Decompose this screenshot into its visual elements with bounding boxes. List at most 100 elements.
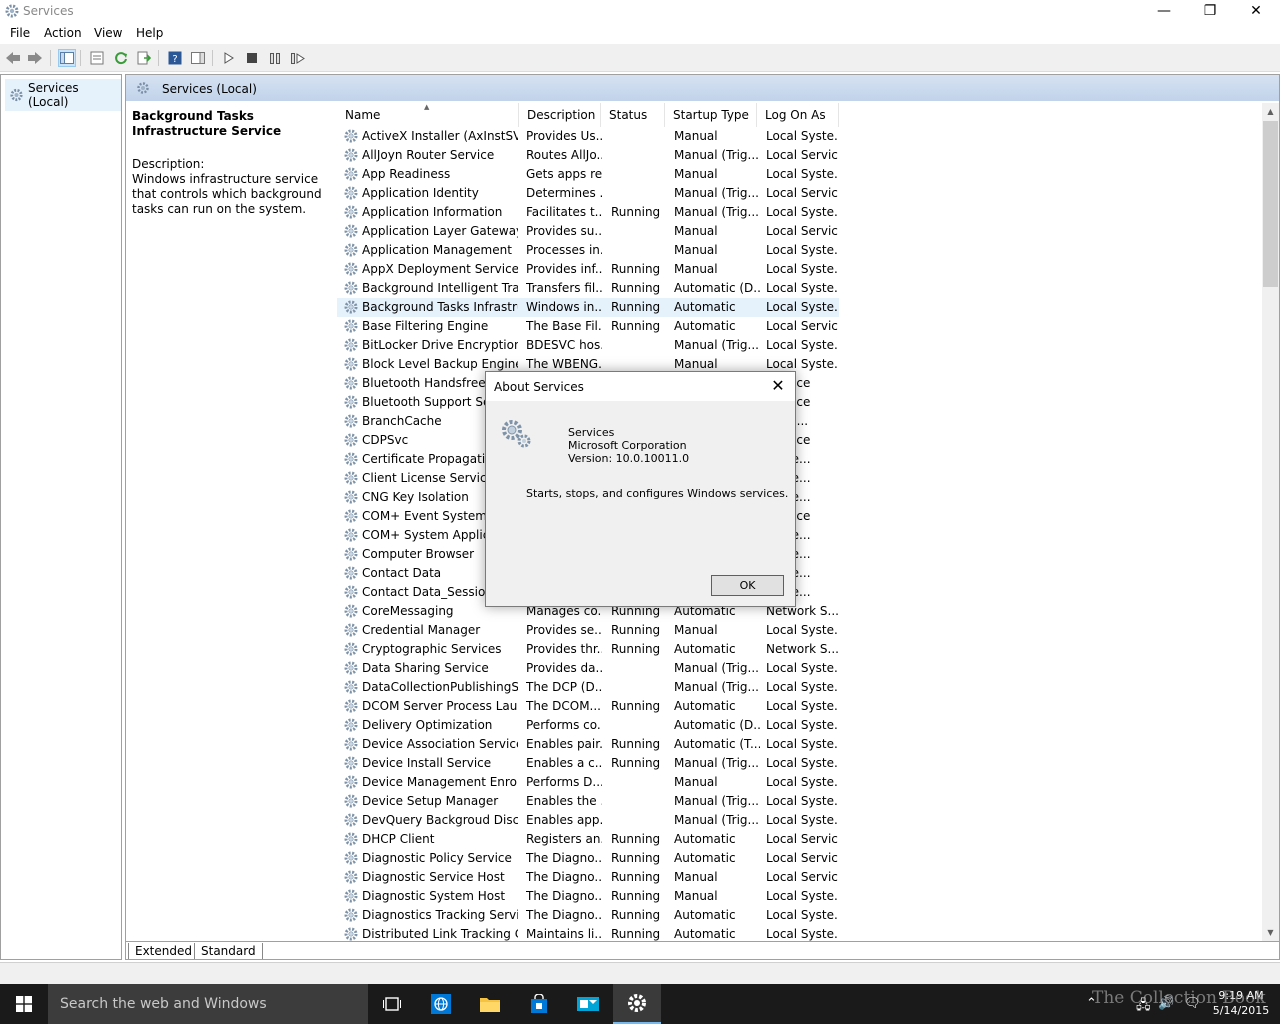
cell-description: Transfers fil... xyxy=(526,281,602,295)
dialog-title: About Services xyxy=(494,380,584,394)
table-row[interactable]: DevQuery Backgroud Disco... Enables app..… xyxy=(337,811,839,830)
table-row[interactable]: Device Install Service Enables a c... Runn… xyxy=(337,754,839,773)
service-gear-icon xyxy=(344,699,358,713)
task-view-button[interactable] xyxy=(368,984,416,1024)
taskbar-services[interactable] xyxy=(613,984,661,1024)
table-row[interactable]: Delivery Optimization Performs co... Autom… xyxy=(337,716,839,735)
table-row[interactable]: Application Identity Determines ... Manual… xyxy=(337,184,839,203)
table-row[interactable]: Background Intelligent Tran... Transfers … xyxy=(337,279,839,298)
show-hide-action-pane-icon[interactable] xyxy=(189,49,207,67)
show-hide-console-tree-icon[interactable] xyxy=(58,49,76,67)
ok-button[interactable]: OK xyxy=(711,575,784,596)
restore-button[interactable]: ❐ xyxy=(1187,0,1233,22)
cell-status: Running xyxy=(611,262,661,276)
tab-extended[interactable]: Extended xyxy=(128,943,198,959)
column-header-name[interactable]: Name ▲ xyxy=(337,103,519,127)
column-header-log-on-as[interactable]: Log On As xyxy=(757,103,839,127)
menu-view[interactable]: View xyxy=(94,26,122,40)
cell-startup-type: Manual (Trig... xyxy=(674,661,759,675)
minimize-button[interactable]: — xyxy=(1141,0,1187,22)
column-header-description[interactable]: Description xyxy=(519,103,601,127)
table-row[interactable]: Base Filtering Engine The Base Fil... Runn… xyxy=(337,317,839,336)
taskbar-file-explorer[interactable] xyxy=(466,984,514,1024)
cell-description: Enables pair... xyxy=(526,737,602,751)
cell-status: Running xyxy=(611,756,661,770)
table-row[interactable]: Credential Manager Provides se... Running M… xyxy=(337,621,839,640)
table-row[interactable]: App Readiness Gets apps re... Manual Local … xyxy=(337,165,839,184)
tree-item-services-local[interactable]: Services (Local) xyxy=(5,79,121,111)
refresh-icon[interactable] xyxy=(112,49,130,67)
menu-help[interactable]: Help xyxy=(136,26,163,40)
cell-description: Windows in... xyxy=(526,300,602,314)
cell-description: Processes in... xyxy=(526,243,602,257)
service-gear-icon xyxy=(344,604,358,618)
menu-action[interactable]: Action xyxy=(44,26,82,40)
cell-description: Provides se... xyxy=(526,623,602,637)
table-row[interactable]: AllJoyn Router Service Routes AllJo... Man… xyxy=(337,146,839,165)
service-gear-icon xyxy=(344,319,358,333)
table-row[interactable]: Device Setup Manager Enables the ... Manua… xyxy=(337,792,839,811)
cell-description: Facilitates t... xyxy=(526,205,602,219)
help-icon[interactable]: ? xyxy=(166,49,184,67)
taskbar-browser[interactable] xyxy=(417,984,465,1024)
export-list-icon[interactable] xyxy=(135,49,153,67)
cell-log-on-as: Local Syste... xyxy=(766,205,838,219)
table-row[interactable]: Application Management Processes in... Man… xyxy=(337,241,839,260)
taskbar-outlook[interactable] xyxy=(564,984,612,1024)
column-header-status[interactable]: Status xyxy=(601,103,665,127)
dialog-product-info: Services Microsoft Corporation Version: … xyxy=(568,426,689,465)
table-row[interactable]: Diagnostics Tracking Service The Diagno..… xyxy=(337,906,839,925)
properties-icon[interactable] xyxy=(88,49,106,67)
service-gear-icon xyxy=(344,357,358,371)
cell-description: BDESVC hos... xyxy=(526,338,602,352)
forward-arrow-icon[interactable] xyxy=(26,49,44,67)
table-row[interactable]: DHCP Client Registers an... Running Automat… xyxy=(337,830,839,849)
cell-log-on-as: Local Syste... xyxy=(766,300,838,314)
menu-bar: File Action View Help xyxy=(0,22,1280,44)
table-row[interactable]: ActiveX Installer (AxInstSV) Provides Us.… xyxy=(337,127,839,146)
back-arrow-icon[interactable] xyxy=(4,49,22,67)
column-header-startup-type[interactable]: Startup Type xyxy=(665,103,757,127)
cell-description: Performs D... xyxy=(526,775,602,789)
start-button[interactable] xyxy=(0,984,48,1024)
cell-name: Background Tasks Infrastru... xyxy=(362,300,518,314)
cell-log-on-as: Local Syste... xyxy=(766,262,838,276)
service-gear-icon xyxy=(344,661,358,675)
cell-status: Running xyxy=(611,870,661,884)
pause-service-icon[interactable] xyxy=(266,49,284,67)
menu-file[interactable]: File xyxy=(10,26,30,40)
table-row[interactable]: DataCollectionPublishingSe... The DCP (D.… xyxy=(337,678,839,697)
table-row[interactable]: AppX Deployment Service (... Provides inf… xyxy=(337,260,839,279)
table-row[interactable]: Device Management Enroll... Performs D...… xyxy=(337,773,839,792)
cell-startup-type: Automatic xyxy=(674,699,736,713)
taskbar-store[interactable] xyxy=(515,984,563,1024)
restart-service-icon[interactable] xyxy=(289,49,307,67)
table-row[interactable]: BitLocker Drive Encryption ... BDESVC hos… xyxy=(337,336,839,355)
dialog-close-button[interactable]: ✕ xyxy=(766,374,790,396)
cell-description: Provides Us... xyxy=(526,129,602,143)
table-row[interactable]: Application Information Facilitates t... R… xyxy=(337,203,839,222)
watermark: The Collection Book xyxy=(1092,988,1266,1008)
close-button[interactable]: ✕ xyxy=(1233,0,1279,22)
scroll-down-icon[interactable]: ▼ xyxy=(1262,924,1279,941)
table-row[interactable]: Data Sharing Service Provides da... Manual… xyxy=(337,659,839,678)
start-service-icon[interactable] xyxy=(220,49,238,67)
table-row[interactable]: Background Tasks Infrastru... Windows in.… xyxy=(337,298,839,317)
table-row[interactable]: Distributed Link Tracking Cl... Maintains… xyxy=(337,925,839,941)
tab-standard[interactable]: Standard xyxy=(194,943,263,959)
cell-status: Running xyxy=(611,205,661,219)
table-row[interactable]: Application Layer Gateway ... Provides su… xyxy=(337,222,839,241)
taskbar-search-box[interactable]: Search the web and Windows xyxy=(48,984,368,1024)
service-gear-icon xyxy=(344,623,358,637)
cell-description: Enables app... xyxy=(526,813,602,827)
table-row[interactable]: Diagnostic Policy Service The Diagno... Ru… xyxy=(337,849,839,868)
stop-service-icon[interactable] xyxy=(243,49,261,67)
scroll-up-icon[interactable]: ▲ xyxy=(1262,103,1279,120)
table-row[interactable]: DCOM Server Process Laun... The DCOM... Ru… xyxy=(337,697,839,716)
table-row[interactable]: Device Association Service Enables pair..… xyxy=(337,735,839,754)
table-row[interactable]: Diagnostic Service Host The Diagno... Runn… xyxy=(337,868,839,887)
table-row[interactable]: Diagnostic System Host The Diagno... Runni… xyxy=(337,887,839,906)
vertical-scrollbar[interactable]: ▲ ▼ xyxy=(1262,103,1279,941)
table-row[interactable]: Cryptographic Services Provides thr... Run… xyxy=(337,640,839,659)
scrollbar-thumb[interactable] xyxy=(1263,121,1278,287)
